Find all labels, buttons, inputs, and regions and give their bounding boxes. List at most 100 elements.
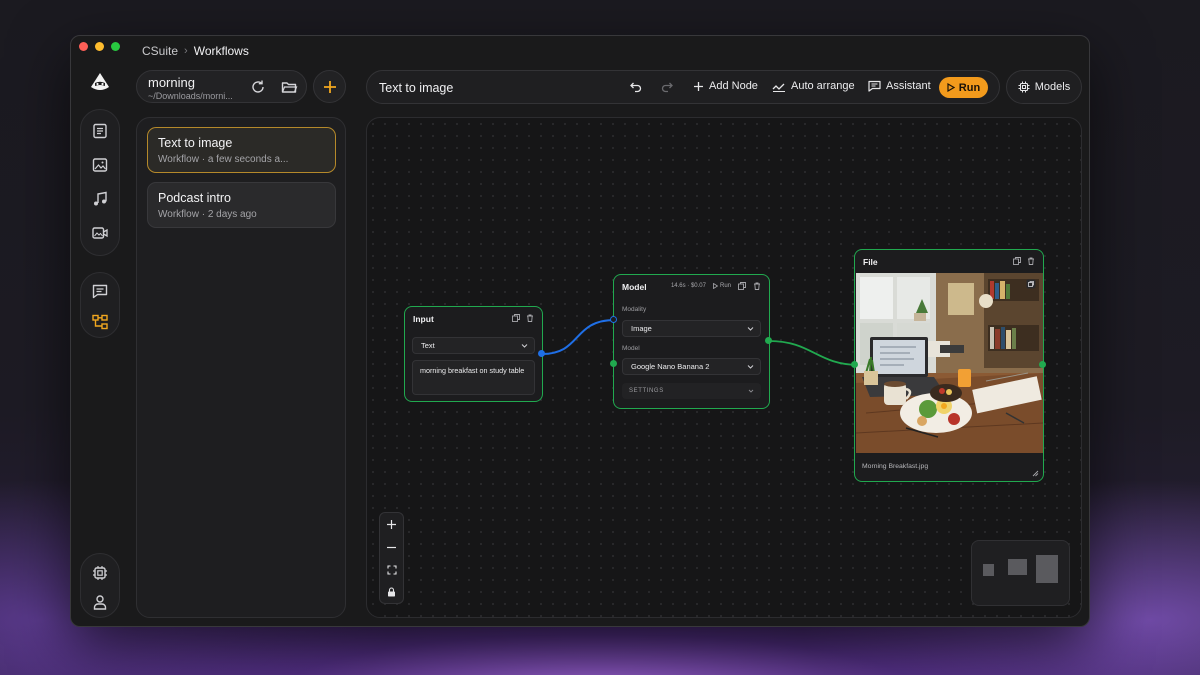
- copy-image-icon[interactable]: [1026, 279, 1036, 289]
- chat-icon: [92, 284, 108, 299]
- document-icon: [93, 123, 107, 139]
- fit-view-button[interactable]: [380, 558, 403, 581]
- play-icon: [713, 283, 718, 289]
- plus-icon: [694, 81, 703, 91]
- video-icon: [92, 227, 108, 239]
- auto-arrange-icon: [772, 83, 785, 92]
- models-button[interactable]: Models: [1006, 70, 1082, 104]
- window-controls: [79, 42, 120, 51]
- close-window-button[interactable]: [79, 42, 88, 51]
- lock-canvas-button[interactable]: [380, 580, 403, 603]
- duplicate-icon[interactable]: [738, 282, 746, 290]
- project-path: ~/Downloads/morni...: [148, 91, 233, 101]
- workflow-item[interactable]: Text to image Workflow · a few seconds a…: [147, 127, 336, 173]
- zoom-out-button[interactable]: [380, 536, 403, 559]
- rail-hardware[interactable]: [87, 560, 113, 586]
- node-actions: [512, 314, 534, 322]
- add-node-label: Add Node: [709, 80, 758, 92]
- redo-icon[interactable]: [660, 80, 674, 94]
- model-input-port-text[interactable]: [610, 316, 617, 323]
- lock-icon: [388, 586, 395, 596]
- models-icon: [1018, 81, 1030, 93]
- model-input-port[interactable]: [610, 360, 617, 367]
- zoom-in-button[interactable]: [380, 513, 403, 536]
- chevron-down-icon: [747, 327, 754, 331]
- modality-select[interactable]: Image: [622, 320, 761, 337]
- trash-icon[interactable]: [1027, 257, 1035, 265]
- auto-arrange-label: Auto arrange: [791, 80, 855, 92]
- model-node[interactable]: Model 14.6s · $0.07 Run Modality Image M…: [613, 274, 770, 409]
- maximize-window-button[interactable]: [111, 42, 120, 51]
- add-workflow-button[interactable]: [313, 70, 346, 103]
- workflow-title: Text to image: [158, 136, 233, 150]
- model-output-port[interactable]: [765, 337, 772, 344]
- run-button[interactable]: Run: [939, 77, 988, 98]
- app-logo[interactable]: [87, 70, 113, 96]
- generated-image-preview[interactable]: [856, 273, 1043, 453]
- file-node[interactable]: File Morning Breakfast.jpg: [854, 249, 1044, 482]
- workflow-subtitle: Workflow · a few seconds a...: [158, 154, 289, 165]
- minimap-node: [1036, 555, 1058, 583]
- rail-chat[interactable]: [87, 278, 113, 304]
- zoom-controls: [379, 512, 404, 604]
- input-output-port[interactable]: [538, 350, 545, 357]
- prompt-textarea[interactable]: morning breakfast on study table: [412, 360, 535, 395]
- duplicate-icon[interactable]: [1013, 257, 1021, 265]
- model-stats: 14.6s · $0.07: [670, 283, 706, 289]
- breadcrumb-app[interactable]: CSuite: [142, 44, 178, 58]
- chevron-down-icon: [521, 344, 528, 348]
- minimap-node: [1008, 559, 1027, 575]
- rail-account[interactable]: [87, 589, 113, 615]
- model-value: Google Nano Banana 2: [631, 362, 710, 371]
- input-type-select[interactable]: Text: [412, 337, 535, 354]
- workflow-name[interactable]: Text to image: [379, 81, 453, 95]
- minimize-window-button[interactable]: [95, 42, 104, 51]
- resize-handle-icon[interactable]: [1032, 470, 1039, 477]
- models-label: Models: [1034, 81, 1071, 93]
- music-icon: [94, 191, 107, 206]
- rail-documents[interactable]: [87, 118, 113, 144]
- rail-workflows[interactable]: [87, 309, 113, 335]
- auto-arrange-button[interactable]: Auto arrange: [772, 80, 855, 92]
- plus-icon: [387, 520, 396, 529]
- project-selector[interactable]: morning ~/Downloads/morni...: [136, 70, 307, 103]
- rail-bottom-group: [80, 553, 120, 618]
- workflow-item[interactable]: Podcast intro Workflow · 2 days ago: [147, 182, 336, 228]
- model-run-button[interactable]: Run: [713, 283, 731, 289]
- assistant-button[interactable]: Assistant: [868, 80, 931, 92]
- rail-images[interactable]: [87, 152, 113, 178]
- workflow-subtitle: Workflow · 2 days ago: [158, 209, 257, 220]
- input-node[interactable]: Input Text morning breakfast on study ta…: [404, 306, 543, 402]
- rail-audio[interactable]: [87, 186, 113, 212]
- file-name: Morning Breakfast.jpg: [862, 463, 929, 470]
- refresh-icon[interactable]: [250, 79, 266, 95]
- file-output-port[interactable]: [1039, 361, 1046, 368]
- file-input-port[interactable]: [851, 361, 858, 368]
- logo-icon: [91, 73, 109, 90]
- breadcrumb-separator: ›: [184, 45, 188, 57]
- user-icon: [93, 595, 107, 610]
- add-node-button[interactable]: Add Node: [693, 80, 758, 92]
- assistant-icon: [868, 80, 881, 92]
- rail-video[interactable]: [87, 220, 113, 246]
- fit-view-icon: [386, 564, 397, 575]
- workflow-canvas[interactable]: Input Text morning breakfast on study ta…: [366, 117, 1082, 618]
- minimap[interactable]: [971, 540, 1070, 606]
- input-type-value: Text: [421, 341, 435, 350]
- trash-icon[interactable]: [526, 314, 534, 322]
- trash-icon[interactable]: [753, 282, 761, 290]
- settings-label: SETTINGS: [629, 388, 664, 394]
- workflow-list: Text to image Workflow · a few seconds a…: [136, 117, 346, 618]
- model-select[interactable]: Google Nano Banana 2: [622, 358, 761, 375]
- rail-tools-group: [80, 272, 120, 338]
- rail-media-group: [80, 109, 120, 256]
- settings-toggle[interactable]: SETTINGS: [622, 383, 761, 399]
- model-node-header-right: 14.6s · $0.07 Run: [671, 282, 761, 290]
- node-actions: [1013, 257, 1035, 265]
- duplicate-icon[interactable]: [512, 314, 520, 322]
- minimap-node: [983, 564, 994, 576]
- undo-icon[interactable]: [629, 80, 643, 94]
- edge-input-to-model: [541, 319, 616, 355]
- folder-open-icon[interactable]: [281, 79, 298, 95]
- project-name: morning: [148, 75, 195, 90]
